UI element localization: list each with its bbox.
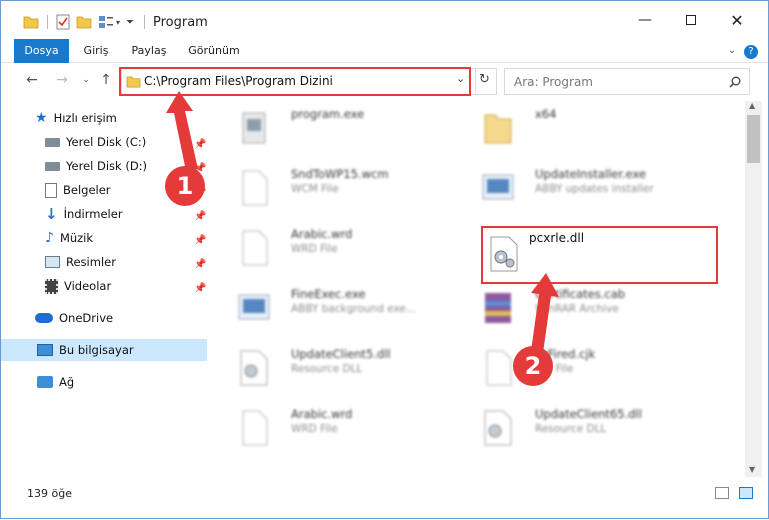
annotation-arrows [166,91,559,353]
step-2-badge: 2 [513,346,553,386]
arrow-1 [166,91,198,171]
step-1-badge: 1 [165,166,205,206]
arrow-2 [531,273,559,353]
explorer-window: ▾ ⏷ Program — ✕ Dosya Giriş Paylaş Görün… [0,0,769,519]
